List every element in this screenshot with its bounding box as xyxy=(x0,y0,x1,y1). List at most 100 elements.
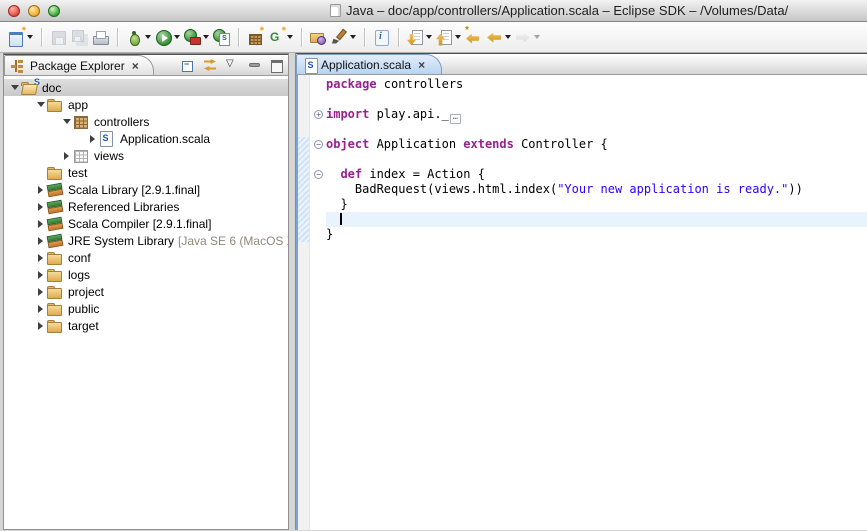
tree-item-project[interactable]: project xyxy=(4,283,288,300)
dropdown-caret-icon[interactable] xyxy=(350,35,356,39)
dropdown-caret-icon[interactable] xyxy=(145,35,151,39)
tab-close-icon[interactable] xyxy=(418,58,425,72)
dropdown-caret-icon[interactable] xyxy=(203,35,209,39)
tree-item-referenced-libraries[interactable]: Referenced Libraries xyxy=(4,198,288,215)
tree-item-controllers[interactable]: controllers xyxy=(4,113,288,130)
dropdown-caret-icon xyxy=(534,35,540,39)
info-button[interactable] xyxy=(371,25,392,49)
minimize-view-icon[interactable] xyxy=(247,58,262,72)
disclosure-closed-icon[interactable] xyxy=(34,305,47,313)
tree-item-conf[interactable]: conf xyxy=(4,249,288,266)
folder-icon xyxy=(47,284,64,299)
disclosure-closed-icon[interactable] xyxy=(34,186,47,194)
package-explorer-tree: SdocappcontrollersSApplication.scalaview… xyxy=(4,76,288,529)
dropdown-caret-icon[interactable] xyxy=(174,35,180,39)
disclosure-closed-icon[interactable] xyxy=(34,254,47,262)
code-line[interactable]: −object Application extends Controller { xyxy=(311,137,867,152)
dropdown-caret-icon[interactable] xyxy=(455,35,461,39)
code-token: Application xyxy=(369,137,463,151)
tree-item-public[interactable]: public xyxy=(4,300,288,317)
code-line-text: import play.api._… xyxy=(326,107,867,122)
close-window-button[interactable] xyxy=(8,5,20,17)
disclosure-closed-icon[interactable] xyxy=(34,322,47,330)
code-token xyxy=(326,167,340,181)
disclosure-closed-icon[interactable] xyxy=(86,135,99,143)
code-editor[interactable]: package controllers+import play.api._…−o… xyxy=(296,75,867,530)
fold-column xyxy=(311,227,326,242)
fold-column xyxy=(311,197,326,212)
external-tools-button[interactable] xyxy=(182,25,211,49)
tab-application-scala[interactable]: S Application.scala xyxy=(296,54,442,74)
run-button[interactable] xyxy=(153,25,182,49)
dropdown-caret-icon[interactable] xyxy=(27,35,33,39)
code-line[interactable]: } xyxy=(311,197,867,212)
code-line-text: BadRequest(views.html.index("Your new ap… xyxy=(326,182,867,197)
collapse-all-icon[interactable] xyxy=(181,58,196,72)
code-line[interactable] xyxy=(311,122,867,137)
tree-item-application-scala[interactable]: SApplication.scala xyxy=(4,130,288,147)
code-line[interactable]: − def index = Action { xyxy=(311,167,867,182)
fold-column xyxy=(311,77,326,92)
brush-button[interactable] xyxy=(329,25,358,49)
tree-item-label: Application.scala xyxy=(120,132,210,146)
code-line[interactable] xyxy=(311,152,867,167)
new-wizard-button[interactable] xyxy=(6,25,35,49)
print-button[interactable] xyxy=(90,25,111,49)
annotation-ruler[interactable] xyxy=(298,75,310,530)
code-token: def xyxy=(340,167,362,181)
tree-item-jre-system-library[interactable]: JRE System Library[Java SE 6 (MacOS X De… xyxy=(4,232,288,249)
code-line[interactable]: } xyxy=(311,227,867,242)
code-line[interactable]: package controllers xyxy=(311,77,867,92)
previous-annotation-button[interactable] xyxy=(434,25,463,49)
disclosure-open-icon[interactable] xyxy=(34,102,47,107)
tree-item-scala-library-2-9-1-final[interactable]: Scala Library [2.9.1.final] xyxy=(4,181,288,198)
disclosure-closed-icon[interactable] xyxy=(60,152,73,160)
tree-item-app[interactable]: app xyxy=(4,96,288,113)
toolbar-separator xyxy=(41,28,42,47)
dropdown-caret-icon[interactable] xyxy=(287,35,293,39)
debug-button[interactable] xyxy=(124,25,153,49)
link-with-editor-icon[interactable] xyxy=(203,58,218,72)
code-token: object xyxy=(326,137,369,151)
fold-toggle-icon[interactable]: + xyxy=(314,110,323,119)
last-edit-location-button[interactable] xyxy=(463,25,484,49)
new-package-button[interactable] xyxy=(245,25,266,49)
editor-area: S Application.scala package controllers +… xyxy=(295,53,867,530)
code-line[interactable] xyxy=(311,92,867,107)
disclosure-open-icon[interactable] xyxy=(8,85,21,90)
code-line[interactable] xyxy=(311,212,867,227)
code-area[interactable]: package controllers+import play.api._…−o… xyxy=(311,77,867,530)
run-as-button[interactable] xyxy=(211,25,232,49)
fold-toggle-icon[interactable]: − xyxy=(314,170,323,179)
minimize-window-button[interactable] xyxy=(28,5,40,17)
code-line[interactable]: +import play.api._… xyxy=(311,107,867,122)
tree-item-scala-compiler-2-9-1-final[interactable]: Scala Compiler [2.9.1.final] xyxy=(4,215,288,232)
code-line[interactable]: BadRequest(views.html.index("Your new ap… xyxy=(311,182,867,197)
disclosure-open-icon[interactable] xyxy=(60,119,73,124)
zoom-window-button[interactable] xyxy=(48,5,60,17)
back-button[interactable] xyxy=(484,25,513,49)
disclosure-closed-icon[interactable] xyxy=(34,203,47,211)
disclosure-closed-icon[interactable] xyxy=(34,271,47,279)
fold-toggle-icon[interactable]: − xyxy=(314,140,323,149)
tree-item-test[interactable]: test xyxy=(4,164,288,181)
last-edit-location-icon xyxy=(465,29,482,46)
open-type-button[interactable] xyxy=(308,25,329,49)
disclosure-closed-icon[interactable] xyxy=(34,237,47,245)
tree-item-doc[interactable]: Sdoc xyxy=(4,79,288,96)
disclosure-closed-icon[interactable] xyxy=(34,288,47,296)
dropdown-caret-icon[interactable] xyxy=(505,35,511,39)
tab-package-explorer[interactable]: Package Explorer xyxy=(4,55,154,75)
tree-item-target[interactable]: target xyxy=(4,317,288,334)
tree-item-views[interactable]: views xyxy=(4,147,288,164)
document-proxy-icon[interactable] xyxy=(330,4,341,17)
disclosure-closed-icon[interactable] xyxy=(34,220,47,228)
view-close-icon[interactable] xyxy=(132,59,139,73)
new-scala-element-button[interactable] xyxy=(266,25,295,49)
fold-column: + xyxy=(311,107,326,122)
dropdown-caret-icon[interactable] xyxy=(426,35,432,39)
view-menu-icon[interactable] xyxy=(225,58,240,72)
maximize-view-icon[interactable] xyxy=(269,58,284,72)
next-annotation-button[interactable] xyxy=(405,25,434,49)
tree-item-logs[interactable]: logs xyxy=(4,266,288,283)
